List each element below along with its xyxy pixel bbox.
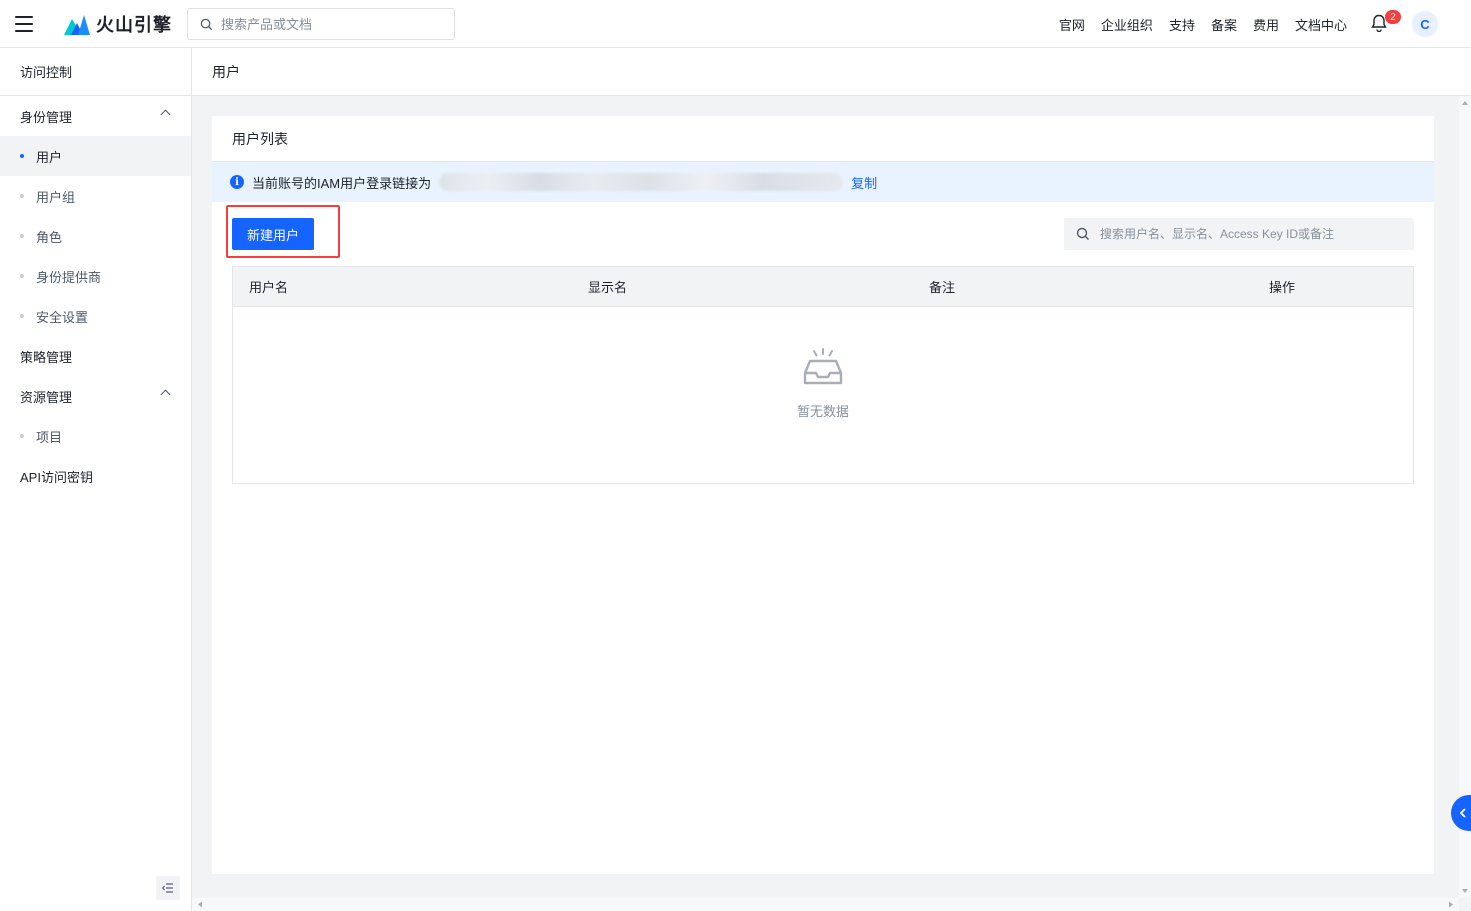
create-user-button[interactable]: 新建用户 [232,218,314,250]
chevron-left-icon [1459,808,1466,818]
table-header: 用户名 显示名 备注 操作 [233,267,1413,307]
sidebar-item-label: 安全设置 [36,309,89,325]
sidebar-group-label: 身份管理 [20,109,73,125]
chevron-up-icon [160,389,171,400]
logo[interactable]: 火山引擎 [64,12,172,36]
sidebar-item-roles[interactable]: 角色 [0,216,191,256]
breadcrumb: 用户 [192,48,1471,96]
sidebar-item-label: 用户 [36,149,63,165]
panel-title: 用户列表 [212,116,1434,162]
column-header-display-name[interactable]: 显示名 [588,277,627,296]
user-search-input[interactable] [1100,227,1400,241]
column-header-actions: 操作 [1269,280,1296,295]
redacted-login-link [439,173,844,191]
empty-text: 暂无数据 [796,404,849,419]
sidebar-item-label: 角色 [36,229,63,245]
user-search[interactable] [1064,218,1414,250]
sidebar-item-label: 策略管理 [20,349,73,365]
scroll-right-icon[interactable] [1446,898,1456,911]
column-header-username[interactable]: 用户名 [249,277,288,296]
global-search[interactable] [187,8,455,40]
bullet-icon [20,314,24,318]
chevron-up-icon [160,109,171,120]
user-table: 用户名 显示名 备注 操作 暂无数据 [232,266,1414,484]
bullet-icon [20,434,24,438]
top-bar: 火山引擎 官网 企业组织 支持 备案 费用 文档中心 2 C [0,0,1471,48]
column-header-remark[interactable]: 备注 [929,277,955,296]
notification-badge: 2 [1385,10,1401,24]
sidebar-group-label: 资源管理 [20,389,73,405]
scroll-left-icon[interactable] [195,898,205,911]
sidebar-group-identity[interactable]: 身份管理 [0,96,191,136]
expand-panel-button[interactable] [1451,795,1471,831]
volcano-logo-icon [64,15,90,35]
bullet-icon [20,194,24,198]
sidebar-item-api-keys[interactable]: API访问密钥 [0,456,191,496]
info-icon: i [230,175,244,189]
search-icon [1076,227,1089,240]
horizontal-scrollbar[interactable] [192,898,1459,911]
sidebar-title: 访问控制 [0,48,191,96]
sidebar-item-label: 用户组 [36,189,76,205]
empty-state: 暂无数据 [233,347,1413,420]
logo-text: 火山引擎 [96,15,172,35]
sidebar-item-label: 身份提供商 [36,269,102,285]
nav-filing[interactable]: 备案 [1211,15,1237,34]
copy-link-button[interactable]: 复制 [851,173,877,192]
sidebar-item-policies[interactable]: 策略管理 [0,336,191,376]
page-title: 用户 [212,63,240,80]
avatar[interactable]: C [1412,11,1438,37]
menu-icon[interactable] [14,14,34,34]
nav-support[interactable]: 支持 [1169,15,1195,34]
nav-docs[interactable]: 文档中心 [1295,15,1347,34]
scroll-down-icon[interactable] [1459,886,1471,896]
vertical-scrollbar[interactable] [1459,96,1471,898]
sidebar-group-resources[interactable]: 资源管理 [0,376,191,416]
user-list-panel: 用户列表 i 当前账号的IAM用户登录链接为 复制 新建用户 用户名 显示名 备… [212,116,1434,874]
global-search-input[interactable] [221,16,441,32]
sidebar-item-label: 项目 [36,429,63,445]
sidebar-item-users[interactable]: 用户 [0,136,191,176]
nav-billing[interactable]: 费用 [1253,15,1279,34]
info-text: 当前账号的IAM用户登录链接为 [252,175,432,191]
search-icon [200,18,213,30]
sidebar-item-label: API访问密钥 [20,469,93,485]
sidebar: 访问控制 身份管理 用户 用户组 角色 身份提供商 安全设置 策略管理 资源管理… [0,48,192,911]
nav-organization[interactable]: 企业组织 [1101,15,1153,34]
bullet-icon [20,234,24,238]
collapse-sidebar-icon[interactable] [156,876,180,900]
sidebar-item-identity-providers[interactable]: 身份提供商 [0,256,191,296]
bullet-icon [20,274,24,278]
sidebar-item-projects[interactable]: 项目 [0,416,191,456]
sidebar-item-user-groups[interactable]: 用户组 [0,176,191,216]
nav-official-site[interactable]: 官网 [1059,15,1085,34]
empty-inbox-icon [803,348,843,385]
scroll-up-icon[interactable] [1459,98,1471,108]
top-nav: 官网 企业组织 支持 备案 费用 文档中心 [1059,0,1347,48]
sidebar-item-security-settings[interactable]: 安全设置 [0,296,191,336]
bullet-icon [20,154,24,158]
login-link-banner: i 当前账号的IAM用户登录链接为 复制 [212,162,1434,202]
